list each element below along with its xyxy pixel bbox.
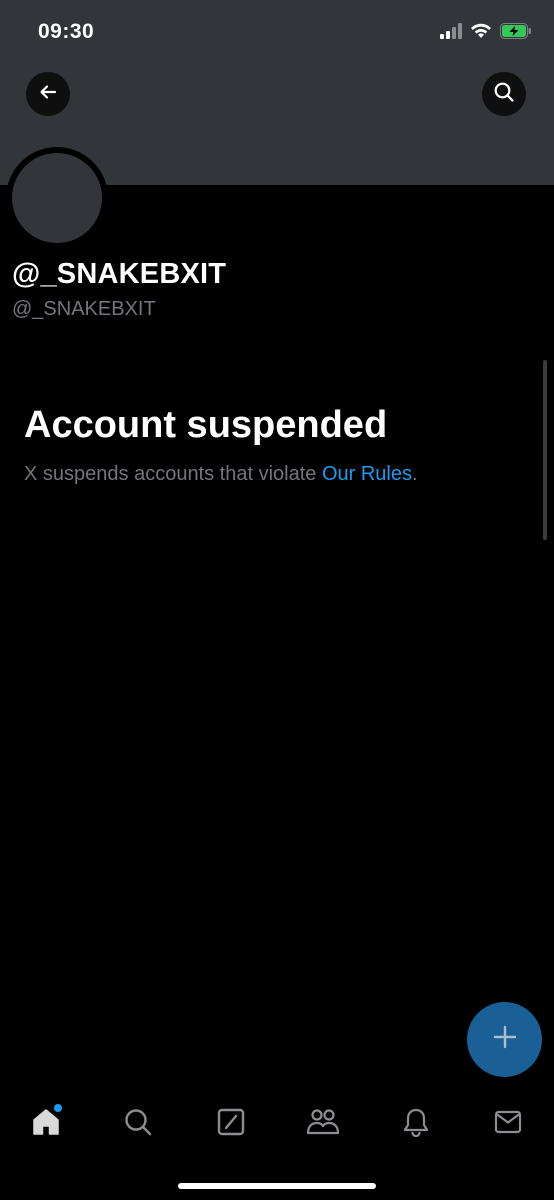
suspension-message-suffix: . bbox=[412, 463, 418, 485]
bell-icon bbox=[401, 1107, 431, 1142]
wifi-icon bbox=[470, 23, 492, 44]
tab-notifications[interactable] bbox=[396, 1104, 436, 1144]
display-name: @_SNAKEBXIT bbox=[12, 258, 227, 290]
our-rules-link[interactable]: Our Rules bbox=[322, 463, 412, 485]
scroll-indicator[interactable] bbox=[543, 360, 547, 540]
battery-charging-icon bbox=[500, 22, 532, 44]
home-notification-dot bbox=[54, 1104, 62, 1112]
status-icons bbox=[440, 20, 532, 46]
tab-messages[interactable] bbox=[488, 1104, 528, 1144]
cellular-signal-icon bbox=[440, 22, 462, 44]
home-indicator[interactable] bbox=[178, 1183, 376, 1189]
grok-icon bbox=[216, 1107, 246, 1142]
profile-handle: @_SNAKEBXIT bbox=[12, 298, 156, 320]
suspension-title: Account suspended bbox=[24, 404, 388, 446]
arrow-left-icon bbox=[37, 81, 59, 108]
tab-grok[interactable] bbox=[211, 1104, 251, 1144]
tab-communities[interactable] bbox=[303, 1104, 343, 1144]
compose-fab-button[interactable] bbox=[467, 1002, 542, 1077]
back-button[interactable] bbox=[26, 72, 70, 116]
mail-icon bbox=[493, 1107, 523, 1142]
tab-search[interactable] bbox=[118, 1104, 158, 1144]
suspension-message-prefix: X suspends accounts that violate bbox=[24, 463, 322, 485]
tab-home[interactable] bbox=[26, 1104, 66, 1144]
status-bar: 09:30 bbox=[0, 0, 554, 66]
status-time: 09:30 bbox=[38, 20, 95, 43]
suspension-message: X suspends accounts that violate Our Rul… bbox=[24, 463, 418, 486]
search-icon bbox=[493, 81, 515, 108]
search-button[interactable] bbox=[482, 72, 526, 116]
search-icon bbox=[123, 1107, 153, 1142]
avatar[interactable] bbox=[12, 153, 102, 243]
people-icon bbox=[306, 1107, 340, 1142]
plus-icon bbox=[492, 1024, 518, 1055]
bottom-tab-bar bbox=[0, 1090, 554, 1160]
